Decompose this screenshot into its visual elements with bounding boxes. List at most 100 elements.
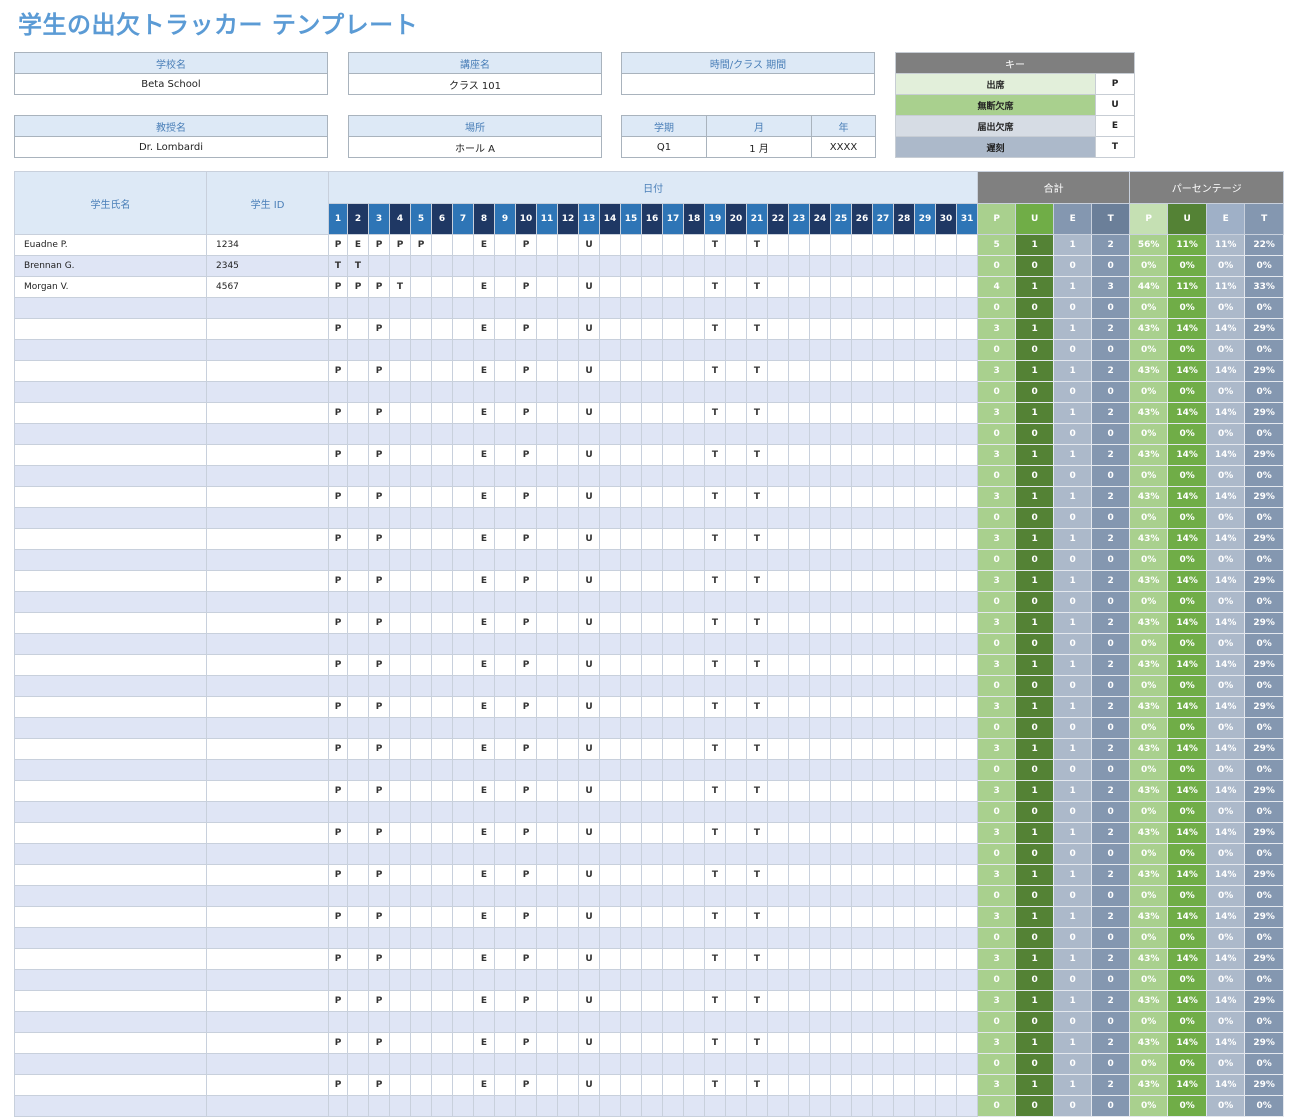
- attendance-cell[interactable]: E: [473, 948, 495, 970]
- attendance-cell[interactable]: [914, 444, 936, 466]
- attendance-cell[interactable]: [328, 381, 348, 403]
- attendance-cell[interactable]: [830, 843, 852, 865]
- attendance-cell[interactable]: [410, 276, 432, 298]
- attendance-cell[interactable]: [683, 528, 705, 550]
- attendance-cell[interactable]: [431, 549, 453, 571]
- attendance-cell[interactable]: [599, 1011, 621, 1033]
- student-name-cell[interactable]: [14, 570, 207, 592]
- attendance-cell[interactable]: [578, 801, 600, 823]
- attendance-cell[interactable]: [935, 1032, 957, 1054]
- attendance-cell[interactable]: [328, 1011, 348, 1033]
- attendance-cell[interactable]: [494, 633, 516, 655]
- attendance-cell[interactable]: [431, 381, 453, 403]
- student-name-cell[interactable]: [14, 528, 207, 550]
- student-name-cell[interactable]: [14, 591, 207, 613]
- attendance-cell[interactable]: [578, 1011, 600, 1033]
- attendance-cell[interactable]: [620, 591, 642, 613]
- student-id-cell[interactable]: [206, 318, 329, 340]
- attendance-cell[interactable]: [893, 906, 915, 928]
- attendance-cell[interactable]: [830, 1053, 852, 1075]
- attendance-cell[interactable]: [347, 696, 369, 718]
- attendance-cell[interactable]: [872, 675, 894, 697]
- attendance-cell[interactable]: [746, 465, 768, 487]
- attendance-cell[interactable]: [767, 444, 789, 466]
- attendance-cell[interactable]: [389, 696, 411, 718]
- attendance-cell[interactable]: [536, 969, 558, 991]
- attendance-cell[interactable]: [389, 780, 411, 802]
- attendance-cell[interactable]: [809, 969, 831, 991]
- attendance-cell[interactable]: [725, 612, 747, 634]
- attendance-cell[interactable]: [389, 318, 411, 340]
- attendance-cell[interactable]: [955, 360, 979, 382]
- attendance-cell[interactable]: [641, 528, 663, 550]
- attendance-cell[interactable]: E: [473, 1074, 495, 1096]
- course-field[interactable]: クラス 101: [348, 73, 602, 95]
- attendance-cell[interactable]: [830, 465, 852, 487]
- attendance-cell[interactable]: [599, 990, 621, 1012]
- attendance-cell[interactable]: [557, 570, 579, 592]
- attendance-cell[interactable]: [914, 276, 936, 298]
- attendance-cell[interactable]: [809, 465, 831, 487]
- attendance-cell[interactable]: P: [515, 276, 537, 298]
- attendance-cell[interactable]: T: [704, 318, 726, 340]
- attendance-cell[interactable]: [578, 297, 600, 319]
- attendance-cell[interactable]: [494, 549, 516, 571]
- attendance-cell[interactable]: [955, 864, 979, 886]
- attendance-cell[interactable]: [851, 864, 873, 886]
- attendance-cell[interactable]: [851, 633, 873, 655]
- attendance-cell[interactable]: [620, 885, 642, 907]
- attendance-cell[interactable]: [893, 717, 915, 739]
- attendance-cell[interactable]: [557, 402, 579, 424]
- attendance-cell[interactable]: [683, 885, 705, 907]
- attendance-cell[interactable]: [955, 381, 979, 403]
- attendance-cell[interactable]: [935, 654, 957, 676]
- attendance-cell[interactable]: P: [328, 528, 348, 550]
- attendance-cell[interactable]: [683, 906, 705, 928]
- student-name-cell[interactable]: [14, 507, 207, 529]
- student-name-cell[interactable]: [14, 381, 207, 403]
- student-name-cell[interactable]: [14, 801, 207, 823]
- attendance-cell[interactable]: [452, 360, 474, 382]
- attendance-cell[interactable]: [557, 738, 579, 760]
- attendance-cell[interactable]: [389, 717, 411, 739]
- attendance-cell[interactable]: [662, 654, 684, 676]
- attendance-cell[interactable]: [704, 675, 726, 697]
- attendance-cell[interactable]: [851, 906, 873, 928]
- attendance-cell[interactable]: [389, 654, 411, 676]
- attendance-cell[interactable]: [473, 1053, 495, 1075]
- attendance-cell[interactable]: P: [328, 906, 348, 928]
- attendance-cell[interactable]: U: [578, 822, 600, 844]
- attendance-cell[interactable]: [809, 297, 831, 319]
- attendance-cell[interactable]: [788, 402, 810, 424]
- attendance-cell[interactable]: [725, 885, 747, 907]
- attendance-cell[interactable]: [830, 528, 852, 550]
- student-id-cell[interactable]: [206, 864, 329, 886]
- attendance-cell[interactable]: [662, 423, 684, 445]
- attendance-cell[interactable]: [410, 360, 432, 382]
- attendance-cell[interactable]: [662, 633, 684, 655]
- attendance-cell[interactable]: [767, 969, 789, 991]
- attendance-cell[interactable]: [955, 528, 979, 550]
- attendance-cell[interactable]: P: [515, 1074, 537, 1096]
- attendance-cell[interactable]: [955, 990, 979, 1012]
- student-id-cell[interactable]: [206, 780, 329, 802]
- attendance-cell[interactable]: [389, 906, 411, 928]
- attendance-cell[interactable]: [788, 906, 810, 928]
- attendance-cell[interactable]: [914, 801, 936, 823]
- attendance-cell[interactable]: [725, 759, 747, 781]
- attendance-cell[interactable]: [955, 570, 979, 592]
- student-id-cell[interactable]: [206, 360, 329, 382]
- attendance-cell[interactable]: [536, 780, 558, 802]
- attendance-cell[interactable]: [620, 906, 642, 928]
- attendance-cell[interactable]: [410, 549, 432, 571]
- attendance-cell[interactable]: [767, 1074, 789, 1096]
- attendance-cell[interactable]: P: [368, 234, 390, 256]
- attendance-cell[interactable]: [494, 738, 516, 760]
- attendance-cell[interactable]: [955, 822, 979, 844]
- attendance-cell[interactable]: [914, 759, 936, 781]
- attendance-cell[interactable]: P: [368, 738, 390, 760]
- attendance-cell[interactable]: [809, 486, 831, 508]
- attendance-cell[interactable]: [599, 444, 621, 466]
- attendance-cell[interactable]: [328, 969, 348, 991]
- attendance-cell[interactable]: [494, 612, 516, 634]
